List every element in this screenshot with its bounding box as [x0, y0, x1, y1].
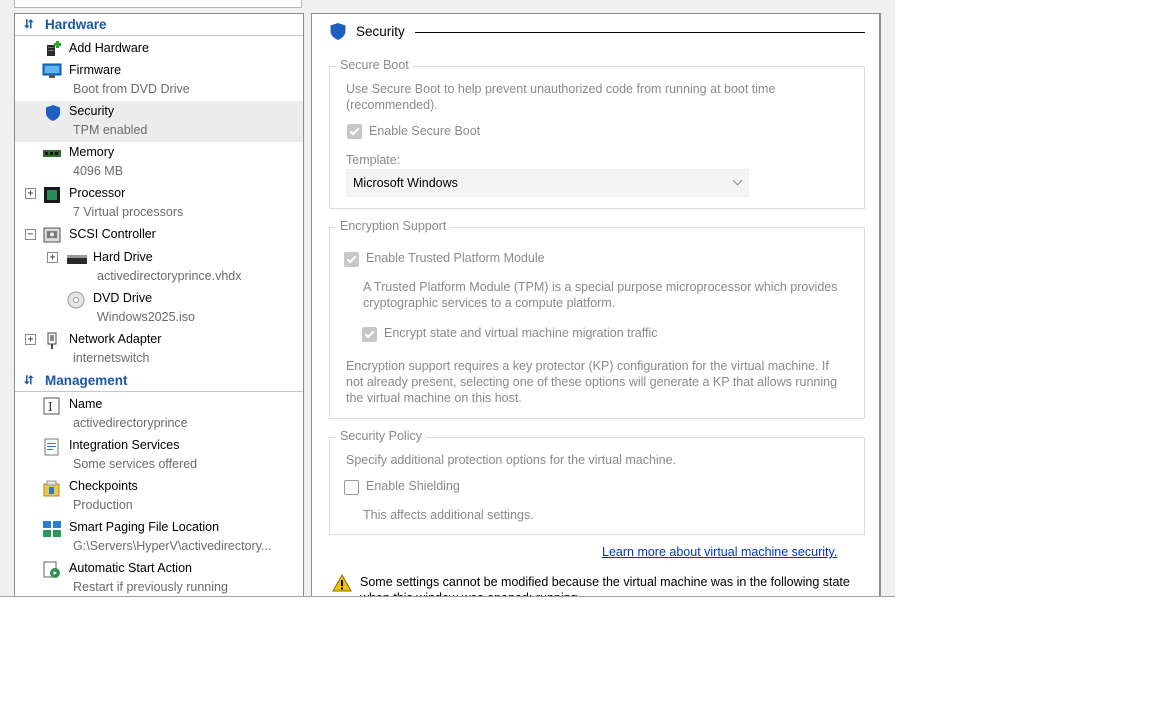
vm-selector-dropdown[interactable] — [14, 0, 302, 8]
shield-icon — [329, 22, 347, 44]
sidebar-item-automatic-start-action[interactable]: Automatic Start Action Restart if previo… — [15, 558, 303, 597]
enable-shielding-checkbox[interactable] — [344, 480, 359, 495]
template-value: Microsoft Windows — [353, 176, 458, 190]
enable-secure-boot-checkbox[interactable] — [347, 124, 362, 139]
sidebar-item-dvd-drive[interactable]: DVD Drive Windows2025.iso — [15, 288, 303, 329]
template-dropdown[interactable]: Microsoft Windows — [346, 169, 749, 197]
header-divider — [415, 32, 865, 33]
security-settings-panel: Security Secure Boot Use Secure Boot to … — [311, 13, 881, 597]
secure-boot-description: Use Secure Boot to help prevent unauthor… — [346, 82, 776, 112]
dvd-drive-icon — [67, 291, 85, 309]
warning-message: Some settings cannot be modified because… — [360, 575, 850, 597]
checkpoints-icon — [43, 479, 61, 497]
hardware-section-header[interactable]: ⮃ Hardware — [15, 16, 303, 36]
key-protector-note: Encryption support requires a key protec… — [346, 359, 838, 405]
expand-network-adapter-icon[interactable]: + — [25, 334, 36, 345]
network-adapter-icon — [45, 332, 63, 349]
window-bottom-edge — [0, 596, 895, 597]
tpm-description: A Trusted Platform Module (TPM) is a spe… — [363, 280, 838, 310]
management-section-header[interactable]: ⮃ Management — [15, 372, 303, 392]
hardware-section-label: Hardware — [45, 17, 107, 32]
enable-tpm-label: Enable Trusted Platform Module — [366, 251, 545, 265]
group-title: Security Policy — [336, 429, 426, 443]
learn-more-link[interactable]: Learn more about virtual machine securit… — [602, 545, 837, 559]
scsi-controller-icon — [43, 227, 61, 243]
add-hardware-icon — [44, 41, 62, 57]
sidebar-item-firmware[interactable]: Firmware Boot from DVD Drive — [15, 60, 303, 101]
page-title: Security — [356, 24, 405, 39]
encrypt-state-label: Encrypt state and virtual machine migrat… — [384, 326, 658, 340]
collapse-chevron-icon[interactable]: ⮃ — [24, 17, 34, 32]
automatic-start-icon — [43, 561, 61, 578]
collapse-chevron-icon[interactable]: ⮃ — [24, 373, 34, 388]
shield-icon — [44, 104, 62, 121]
group-title: Secure Boot — [336, 58, 413, 72]
sidebar-item-smart-paging-file-location[interactable]: Smart Paging File Location G:\Servers\Hy… — [15, 517, 303, 558]
sidebar-item-name[interactable]: I Name activedirectoryprince — [15, 394, 303, 435]
name-icon: I — [43, 397, 61, 415]
sidebar-item-memory[interactable]: Memory 4096 MB — [15, 142, 303, 183]
management-section-label: Management — [45, 373, 128, 388]
hard-drive-icon — [66, 252, 87, 268]
sidebar-item-scsi-controller[interactable]: − SCSI Controller — [15, 224, 303, 246]
enable-shielding-label: Enable Shielding — [366, 479, 460, 493]
security-policy-description: Specify additional protection options fo… — [346, 453, 677, 467]
sidebar-item-checkpoints[interactable]: Checkpoints Production — [15, 476, 303, 517]
sidebar-item-add-hardware[interactable]: Add Hardware — [15, 38, 303, 59]
sidebar-item-security[interactable]: Security TPM enabled — [15, 101, 303, 142]
memory-icon — [42, 145, 61, 161]
settings-tree: ⮃ Hardware Add Hardware Firmware Boot fr… — [14, 13, 304, 597]
sidebar-item-integration-services[interactable]: Integration Services Some services offer… — [15, 435, 303, 476]
sidebar-item-network-adapter[interactable]: + Network Adapter internetswitch — [15, 329, 303, 370]
collapse-scsi-icon[interactable]: − — [25, 229, 36, 240]
sidebar-item-hard-drive[interactable]: + Hard Drive activedirectoryprince.vhdx — [15, 247, 303, 288]
processor-icon — [43, 186, 61, 203]
enable-secure-boot-label: Enable Secure Boot — [369, 124, 481, 138]
chevron-down-icon — [732, 175, 743, 186]
template-label: Template: — [346, 153, 401, 167]
warning-icon — [332, 573, 352, 595]
security-header: Security — [329, 22, 865, 44]
shielding-note: This affects additional settings. — [363, 508, 534, 522]
expand-hard-drive-icon[interactable]: + — [47, 252, 58, 263]
expand-processor-icon[interactable]: + — [25, 188, 36, 199]
sidebar-item-processor[interactable]: + Processor 7 Virtual processors — [15, 183, 303, 224]
group-title: Encryption Support — [336, 219, 451, 233]
enable-tpm-checkbox[interactable] — [344, 252, 359, 267]
vm-settings-window: ⮃ Hardware Add Hardware Firmware Boot fr… — [0, 0, 895, 597]
svg-text:I: I — [48, 400, 53, 414]
smart-paging-icon — [42, 520, 61, 537]
firmware-icon — [42, 63, 62, 79]
integration-services-icon — [43, 438, 61, 456]
encrypt-state-checkbox[interactable] — [362, 327, 377, 342]
